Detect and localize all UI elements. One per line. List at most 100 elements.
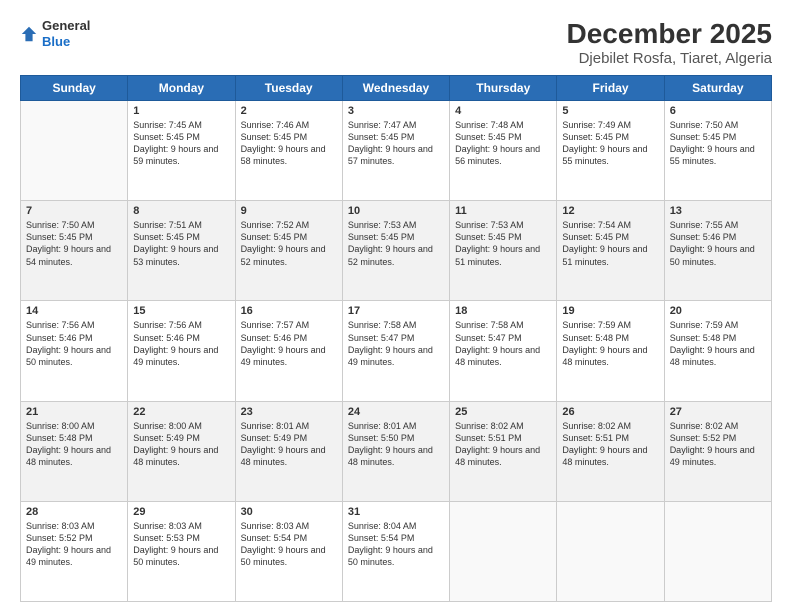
table-row: 4Sunrise: 7:48 AM Sunset: 5:45 PM Daylig… xyxy=(450,101,557,201)
day-info: Sunrise: 7:51 AM Sunset: 5:45 PM Dayligh… xyxy=(133,219,229,268)
day-number: 30 xyxy=(241,506,337,518)
table-row: 20 Sunrise: 7:59 AM Sunset: 5:48 PM Dayli… xyxy=(664,301,771,401)
table-row: 15 Sunrise: 7:56 AM Sunset: 5:46 PM Dayli… xyxy=(128,301,235,401)
day-info: Sunrise: 8:00 AM Sunset: 5:48 PM Dayligh… xyxy=(26,420,122,469)
table-row: 21 Sunrise: 8:00 AM Sunset: 5:48 PM Dayli… xyxy=(21,401,128,501)
day-info: Sunrise: 8:04 AM Sunset: 5:54 PM Dayligh… xyxy=(348,520,444,569)
table-row: 9 Sunrise: 7:52 AM Sunset: 5:45 PM Daylig… xyxy=(235,201,342,301)
day-number: 9 xyxy=(241,205,337,217)
table-row: 29 Sunrise: 8:03 AM Sunset: 5:53 PM Dayli… xyxy=(128,501,235,601)
day-number: 21 xyxy=(26,406,122,418)
table-row xyxy=(557,501,664,601)
day-number: 15 xyxy=(133,305,229,317)
day-info: Sunrise: 8:00 AM Sunset: 5:49 PM Dayligh… xyxy=(133,420,229,469)
day-info: Sunrise: 7:46 AM Sunset: 5:45 PM Dayligh… xyxy=(241,119,337,168)
col-tuesday: Tuesday xyxy=(235,76,342,101)
calendar-week-row: 7 Sunrise: 7:50 AM Sunset: 5:45 PM Daylig… xyxy=(21,201,772,301)
day-info: Sunrise: 8:03 AM Sunset: 5:53 PM Dayligh… xyxy=(133,520,229,569)
table-row: 25Sunrise: 8:02 AM Sunset: 5:51 PM Dayli… xyxy=(450,401,557,501)
day-info: Sunrise: 8:02 AM Sunset: 5:51 PM Dayligh… xyxy=(455,420,551,469)
logo: General Blue xyxy=(20,18,90,49)
day-info: Sunrise: 7:49 AM Sunset: 5:45 PM Dayligh… xyxy=(562,119,658,168)
day-number: 20 xyxy=(670,305,766,317)
calendar-header-row: Sunday Monday Tuesday Wednesday Thursday… xyxy=(21,76,772,101)
table-row: 11 Sunrise: 7:53 AM Sunset: 5:45 PM Dayli… xyxy=(450,201,557,301)
day-number: 22 xyxy=(133,406,229,418)
day-number: 19 xyxy=(562,305,658,317)
day-info: Sunrise: 7:45 AM Sunset: 5:45 PM Dayligh… xyxy=(133,119,229,168)
col-friday: Friday xyxy=(557,76,664,101)
day-number: 3 xyxy=(348,105,444,117)
day-number: 16 xyxy=(241,305,337,317)
table-row: 10 Sunrise: 7:53 AM Sunset: 5:45 PM Dayli… xyxy=(342,201,449,301)
day-number: 2 xyxy=(241,105,337,117)
col-sunday: Sunday xyxy=(21,76,128,101)
table-row: 3 Sunrise: 7:47 AM Sunset: 5:45 PM Daylig… xyxy=(342,101,449,201)
day-info: Sunrise: 7:50 AM Sunset: 5:45 PM Dayligh… xyxy=(26,219,122,268)
table-row: 27Sunrise: 8:02 AM Sunset: 5:52 PM Dayli… xyxy=(664,401,771,501)
table-row: 18 Sunrise: 7:58 AM Sunset: 5:47 PM Dayli… xyxy=(450,301,557,401)
day-number: 31 xyxy=(348,506,444,518)
day-number: 12 xyxy=(562,205,658,217)
day-info: Sunrise: 7:56 AM Sunset: 5:46 PM Dayligh… xyxy=(133,319,229,368)
table-row xyxy=(664,501,771,601)
day-info: Sunrise: 7:53 AM Sunset: 5:45 PM Dayligh… xyxy=(455,219,551,268)
day-info: Sunrise: 7:50 AM Sunset: 5:45 PM Dayligh… xyxy=(670,119,766,168)
title-block: December 2025 Djebilet Rosfa, Tiaret, Al… xyxy=(567,18,772,67)
day-info: Sunrise: 7:47 AM Sunset: 5:45 PM Dayligh… xyxy=(348,119,444,168)
day-number: 11 xyxy=(455,205,551,217)
day-info: Sunrise: 7:59 AM Sunset: 5:48 PM Dayligh… xyxy=(562,319,658,368)
day-info: Sunrise: 8:02 AM Sunset: 5:51 PM Dayligh… xyxy=(562,420,658,469)
day-number: 18 xyxy=(455,305,551,317)
day-number: 1 xyxy=(133,105,229,117)
day-number: 7 xyxy=(26,205,122,217)
day-info: Sunrise: 7:56 AM Sunset: 5:46 PM Dayligh… xyxy=(26,319,122,368)
table-row: 16 Sunrise: 7:57 AM Sunset: 5:46 PM Dayli… xyxy=(235,301,342,401)
calendar-week-row: 1 Sunrise: 7:45 AM Sunset: 5:45 PM Daylig… xyxy=(21,101,772,201)
table-row: 12 Sunrise: 7:54 AM Sunset: 5:45 PM Dayli… xyxy=(557,201,664,301)
day-info: Sunrise: 8:01 AM Sunset: 5:49 PM Dayligh… xyxy=(241,420,337,469)
day-info: Sunrise: 7:52 AM Sunset: 5:45 PM Dayligh… xyxy=(241,219,337,268)
col-thursday: Thursday xyxy=(450,76,557,101)
day-number: 29 xyxy=(133,506,229,518)
day-info: Sunrise: 7:58 AM Sunset: 5:47 PM Dayligh… xyxy=(455,319,551,368)
table-row: 6Sunrise: 7:50 AM Sunset: 5:45 PM Daylig… xyxy=(664,101,771,201)
table-row: 24Sunrise: 8:01 AM Sunset: 5:50 PM Dayli… xyxy=(342,401,449,501)
logo-icon xyxy=(20,25,38,43)
col-monday: Monday xyxy=(128,76,235,101)
table-row: 14 Sunrise: 7:56 AM Sunset: 5:46 PM Dayli… xyxy=(21,301,128,401)
table-row: 8Sunrise: 7:51 AM Sunset: 5:45 PM Daylig… xyxy=(128,201,235,301)
logo-text: General Blue xyxy=(42,18,90,49)
calendar-week-row: 14 Sunrise: 7:56 AM Sunset: 5:46 PM Dayli… xyxy=(21,301,772,401)
day-number: 27 xyxy=(670,406,766,418)
table-row: 26 Sunrise: 8:02 AM Sunset: 5:51 PM Dayli… xyxy=(557,401,664,501)
calendar-week-row: 21 Sunrise: 8:00 AM Sunset: 5:48 PM Dayli… xyxy=(21,401,772,501)
table-row: 7 Sunrise: 7:50 AM Sunset: 5:45 PM Daylig… xyxy=(21,201,128,301)
day-number: 5 xyxy=(562,105,658,117)
day-info: Sunrise: 7:57 AM Sunset: 5:46 PM Dayligh… xyxy=(241,319,337,368)
table-row: 17 Sunrise: 7:58 AM Sunset: 5:47 PM Dayli… xyxy=(342,301,449,401)
table-row: 13Sunrise: 7:55 AM Sunset: 5:46 PM Dayli… xyxy=(664,201,771,301)
page-subtitle: Djebilet Rosfa, Tiaret, Algeria xyxy=(567,50,772,67)
col-wednesday: Wednesday xyxy=(342,76,449,101)
day-number: 17 xyxy=(348,305,444,317)
day-info: Sunrise: 7:58 AM Sunset: 5:47 PM Dayligh… xyxy=(348,319,444,368)
table-row: 2 Sunrise: 7:46 AM Sunset: 5:45 PM Daylig… xyxy=(235,101,342,201)
table-row: 1 Sunrise: 7:45 AM Sunset: 5:45 PM Daylig… xyxy=(128,101,235,201)
day-number: 26 xyxy=(562,406,658,418)
logo-general: General xyxy=(42,18,90,34)
day-info: Sunrise: 7:54 AM Sunset: 5:45 PM Dayligh… xyxy=(562,219,658,268)
calendar-table: Sunday Monday Tuesday Wednesday Thursday… xyxy=(20,75,772,602)
col-saturday: Saturday xyxy=(664,76,771,101)
day-info: Sunrise: 7:48 AM Sunset: 5:45 PM Dayligh… xyxy=(455,119,551,168)
day-info: Sunrise: 7:53 AM Sunset: 5:45 PM Dayligh… xyxy=(348,219,444,268)
day-info: Sunrise: 8:01 AM Sunset: 5:50 PM Dayligh… xyxy=(348,420,444,469)
page-title: December 2025 xyxy=(567,18,772,50)
day-info: Sunrise: 7:59 AM Sunset: 5:48 PM Dayligh… xyxy=(670,319,766,368)
day-number: 14 xyxy=(26,305,122,317)
table-row: 30Sunrise: 8:03 AM Sunset: 5:54 PM Dayli… xyxy=(235,501,342,601)
day-number: 23 xyxy=(241,406,337,418)
table-row: 23 Sunrise: 8:01 AM Sunset: 5:49 PM Dayli… xyxy=(235,401,342,501)
table-row: 28Sunrise: 8:03 AM Sunset: 5:52 PM Dayli… xyxy=(21,501,128,601)
day-number: 10 xyxy=(348,205,444,217)
